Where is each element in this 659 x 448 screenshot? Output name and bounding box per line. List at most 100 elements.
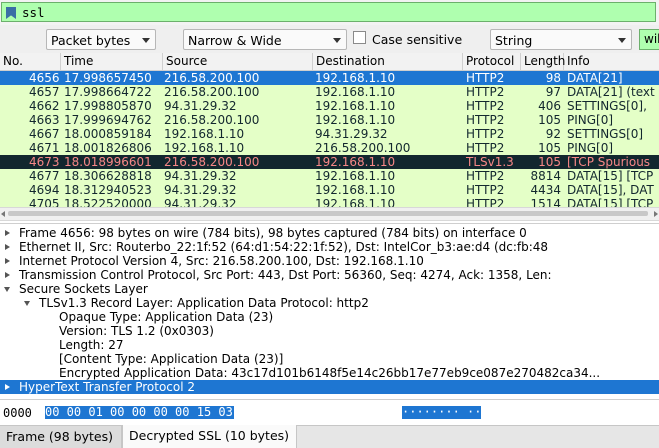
packet-info: DATA[21] [567, 71, 623, 85]
expander-icon[interactable] [24, 301, 30, 306]
packet-destination: 192.168.1.10 [315, 99, 396, 113]
display-filter-input[interactable]: ssl [1, 2, 656, 22]
packet-no: 4694 [29, 183, 60, 197]
packet-row[interactable]: 4663 17.999694762 216.58.200.100 192.168… [0, 113, 659, 127]
detail-row[interactable]: [Content Type: Application Data (23)] [0, 352, 659, 366]
detail-text: Ethernet II, Src: Routerbo_22:1f:52 (64:… [19, 240, 549, 254]
detail-row[interactable]: Transmission Control Protocol, Src Port:… [0, 268, 659, 282]
tab-decrypted-ssl[interactable]: Decrypted SSL (10 bytes) [122, 425, 297, 448]
packet-no: 4671 [29, 141, 60, 155]
column-header-info[interactable]: Info [564, 53, 659, 70]
packet-destination: 192.168.1.10 [315, 71, 396, 85]
packet-source: 94.31.29.32 [164, 99, 237, 113]
expander-icon[interactable] [5, 230, 10, 236]
detail-row[interactable]: Length: 27 [0, 338, 659, 352]
display-filter-value: ssl [22, 5, 45, 20]
find-search-input[interactable]: wik [639, 29, 659, 50]
packet-row[interactable]: 4667 18.000859184 192.168.1.10 94.31.29.… [0, 127, 659, 141]
column-header-destination[interactable]: Destination [313, 53, 463, 70]
packet-destination: 192.168.1.10 [315, 155, 396, 169]
case-sensitive-checkbox[interactable] [353, 31, 366, 44]
packet-info: DATA[15], DAT [567, 183, 654, 197]
detail-row[interactable]: Secure Sockets Layer [0, 282, 659, 296]
character-width-select[interactable]: Narrow & Wide [183, 29, 347, 50]
find-packet-toolbar: Packet bytes Narrow & Wide Case sensitiv… [0, 25, 659, 54]
packet-protocol: HTTP2 [466, 85, 505, 99]
packet-no: 4673 [29, 155, 60, 169]
detail-text: Secure Sockets Layer [19, 282, 148, 296]
packet-row[interactable]: 4656 17.998657450 216.58.200.100 192.168… [0, 71, 659, 85]
expander-icon[interactable] [5, 244, 10, 250]
search-type-value: String [495, 33, 533, 48]
expander-icon[interactable] [4, 287, 10, 292]
packet-time: 18.001826806 [64, 141, 152, 155]
packet-row[interactable]: 4677 18.306628818 94.31.29.32 192.168.1.… [0, 169, 659, 183]
packet-info: DATA[21] (text [567, 85, 655, 99]
expander-icon[interactable] [5, 384, 10, 390]
detail-row[interactable]: Internet Protocol Version 4, Src: 216.58… [0, 254, 659, 268]
packet-length: 4434 [530, 183, 561, 197]
packet-time: 17.998664722 [64, 85, 152, 99]
packet-list-horizontal-scrollbar[interactable] [0, 207, 659, 221]
column-header-source[interactable]: Source [163, 53, 313, 70]
search-type-select[interactable]: String [490, 29, 632, 50]
detail-row[interactable]: Frame 4656: 98 bytes on wire (784 bits),… [0, 226, 659, 240]
packet-info: [TCP Spurious [567, 155, 651, 169]
column-header-protocol[interactable]: Protocol [463, 53, 521, 70]
packet-row[interactable]: 4657 17.998664722 216.58.200.100 192.168… [0, 85, 659, 99]
packet-list-header: No. Time Source Destination Protocol Len… [0, 53, 659, 71]
packet-row[interactable]: 4673 18.018996601 216.58.200.100 192.168… [0, 155, 659, 169]
scroll-right-icon[interactable] [654, 211, 658, 217]
bytes-offset: 0000 [3, 406, 32, 420]
detail-row[interactable]: HyperText Transfer Protocol 2 [0, 380, 659, 394]
packet-destination: 192.168.1.10 [315, 169, 396, 183]
bookmark-icon[interactable] [6, 7, 16, 19]
packet-source: 192.168.1.10 [164, 141, 245, 155]
scroll-left-icon[interactable] [1, 211, 5, 217]
packet-row[interactable]: 4694 18.312940523 94.31.29.32 192.168.1.… [0, 183, 659, 197]
detail-text: Opaque Type: Application Data (23) [59, 310, 274, 324]
detail-text: HyperText Transfer Protocol 2 [19, 380, 196, 394]
tab-frame[interactable]: Frame (98 bytes) [0, 426, 122, 448]
packet-time: 18.312940523 [64, 183, 152, 197]
detail-text: Length: 27 [59, 338, 124, 352]
packet-length: 8814 [530, 169, 561, 183]
packet-row[interactable]: 4671 18.001826806 192.168.1.10 216.58.20… [0, 141, 659, 155]
bytes-ascii[interactable]: ········ ·· [402, 406, 482, 419]
packet-time: 17.998805870 [64, 99, 152, 113]
chevron-down-icon [618, 38, 626, 43]
packet-length: 105 [538, 141, 561, 155]
packet-source: 94.31.29.32 [164, 197, 237, 207]
packet-time: 18.306628818 [64, 169, 152, 183]
packet-destination: 216.58.200.100 [315, 141, 411, 155]
search-in-value: Packet bytes [51, 33, 131, 48]
detail-row[interactable]: Encrypted Application Data: 43c17d101b61… [0, 366, 659, 380]
bytes-hex[interactable]: 00 00 01 00 00 00 00 15 03 [45, 406, 234, 419]
packet-protocol: HTTP2 [466, 99, 505, 113]
packet-protocol: HTTP2 [466, 113, 505, 127]
detail-row[interactable]: Version: TLS 1.2 (0x0303) [0, 324, 659, 338]
expander-icon[interactable] [5, 258, 10, 264]
packet-source: 216.58.200.100 [164, 113, 260, 127]
packet-time: 18.018996601 [64, 155, 152, 169]
packet-row[interactable]: 4705 18.522520000 94.31.29.32 192.168.1.… [0, 197, 659, 207]
search-in-select[interactable]: Packet bytes [46, 29, 156, 50]
packet-protocol: HTTP2 [466, 71, 505, 85]
packet-no: 4677 [29, 169, 60, 183]
packet-length: 98 [545, 71, 561, 85]
expander-icon[interactable] [5, 272, 10, 278]
packet-list: 4656 17.998657450 216.58.200.100 192.168… [0, 71, 659, 207]
detail-row[interactable]: Ethernet II, Src: Routerbo_22:1f:52 (64:… [0, 240, 659, 254]
scrollbar-thumb[interactable] [8, 211, 648, 216]
character-width-value: Narrow & Wide [188, 33, 282, 48]
case-sensitive-label: Case sensitive [372, 32, 463, 47]
column-header-time[interactable]: Time [61, 53, 163, 70]
packet-protocol: TLSv1.3 [466, 155, 514, 169]
detail-text: Encrypted Application Data: 43c17d101b61… [59, 366, 601, 380]
detail-row[interactable]: Opaque Type: Application Data (23) [0, 310, 659, 324]
packet-info: SETTINGS[0], [567, 99, 647, 113]
packet-row[interactable]: 4662 17.998805870 94.31.29.32 192.168.1.… [0, 99, 659, 113]
column-header-no[interactable]: No. [0, 53, 61, 70]
detail-row[interactable]: TLSv1.3 Record Layer: Application Data P… [0, 296, 659, 310]
column-header-length[interactable]: Length [521, 53, 565, 70]
